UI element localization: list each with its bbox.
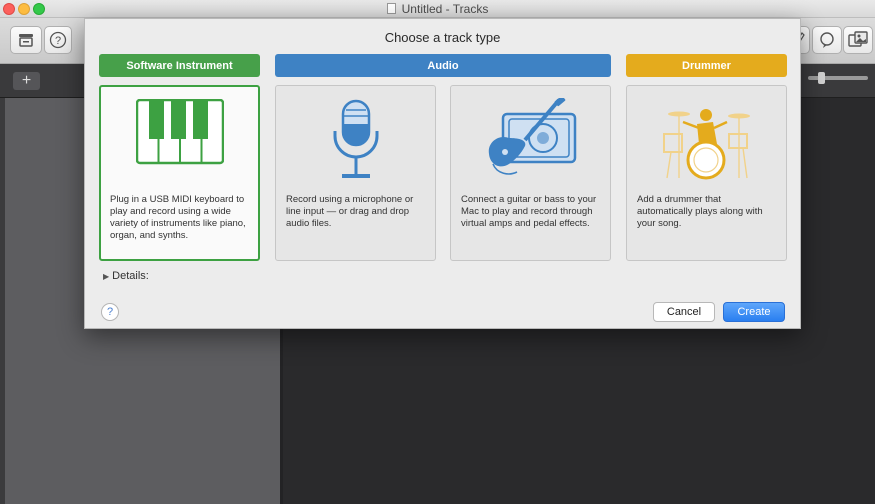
svg-text:?: ? (55, 35, 61, 47)
library-icon (19, 34, 33, 47)
create-button[interactable]: Create (723, 302, 785, 322)
add-track-button[interactable]: + (13, 72, 40, 90)
zoom-slider-knob[interactable] (818, 72, 825, 84)
software-instrument-description: Plug in a USB MIDI keyboard to play and … (110, 194, 246, 241)
library-button[interactable] (10, 26, 42, 54)
loop-browser-button[interactable] (812, 26, 842, 54)
microphone-card[interactable]: Record using a microphone or line input … (275, 85, 436, 261)
window-title: Untitled - Tracks (401, 2, 489, 16)
drummer-kit-icon (662, 109, 750, 180)
quick-help-button[interactable]: ? (44, 26, 72, 54)
category-drummer: Drummer (626, 54, 787, 77)
microphone-art (276, 98, 435, 192)
media-browser-button[interactable] (843, 26, 873, 54)
guitar-bass-description: Connect a guitar or bass to your Mac to … (461, 194, 597, 229)
microphone-icon (333, 99, 378, 178)
drummer-art (627, 98, 786, 192)
guitar-amp-icon (488, 98, 576, 175)
software-instrument-card[interactable]: Plug in a USB MIDI keyboard to play and … (99, 85, 260, 261)
guitar-bass-card[interactable]: Connect a guitar or bass to your Mac to … (450, 85, 611, 261)
media-browser-icon (848, 31, 868, 47)
drummer-description: Add a drummer that automatically plays a… (637, 194, 763, 229)
category-software-instrument: Software Instrument (99, 54, 260, 77)
details-label: Details: (112, 270, 149, 282)
microphone-description: Record using a microphone or line input … (286, 194, 414, 229)
software-instrument-art (101, 99, 258, 193)
piano-keys-icon (135, 99, 224, 165)
drummer-card[interactable]: Add a drummer that automatically plays a… (626, 85, 787, 261)
window-title-wrap: Untitled - Tracks (0, 2, 875, 16)
zoom-slider-track[interactable] (808, 76, 868, 80)
title-bar: Untitled - Tracks (0, 0, 875, 18)
help-icon: ? (49, 31, 67, 49)
disclosure-triangle-icon: ▶ (103, 271, 110, 281)
guitar-art (451, 98, 610, 192)
loop-icon (820, 32, 834, 48)
document-icon (386, 3, 396, 14)
choose-track-type-dialog: Choose a track type Software Instrument … (84, 18, 801, 329)
category-audio: Audio (275, 54, 611, 77)
help-button[interactable]: ? (101, 303, 119, 321)
details-disclosure[interactable]: ▶ Details: (103, 270, 149, 282)
dialog-title: Choose a track type (384, 30, 501, 45)
cancel-button[interactable]: Cancel (653, 302, 715, 322)
